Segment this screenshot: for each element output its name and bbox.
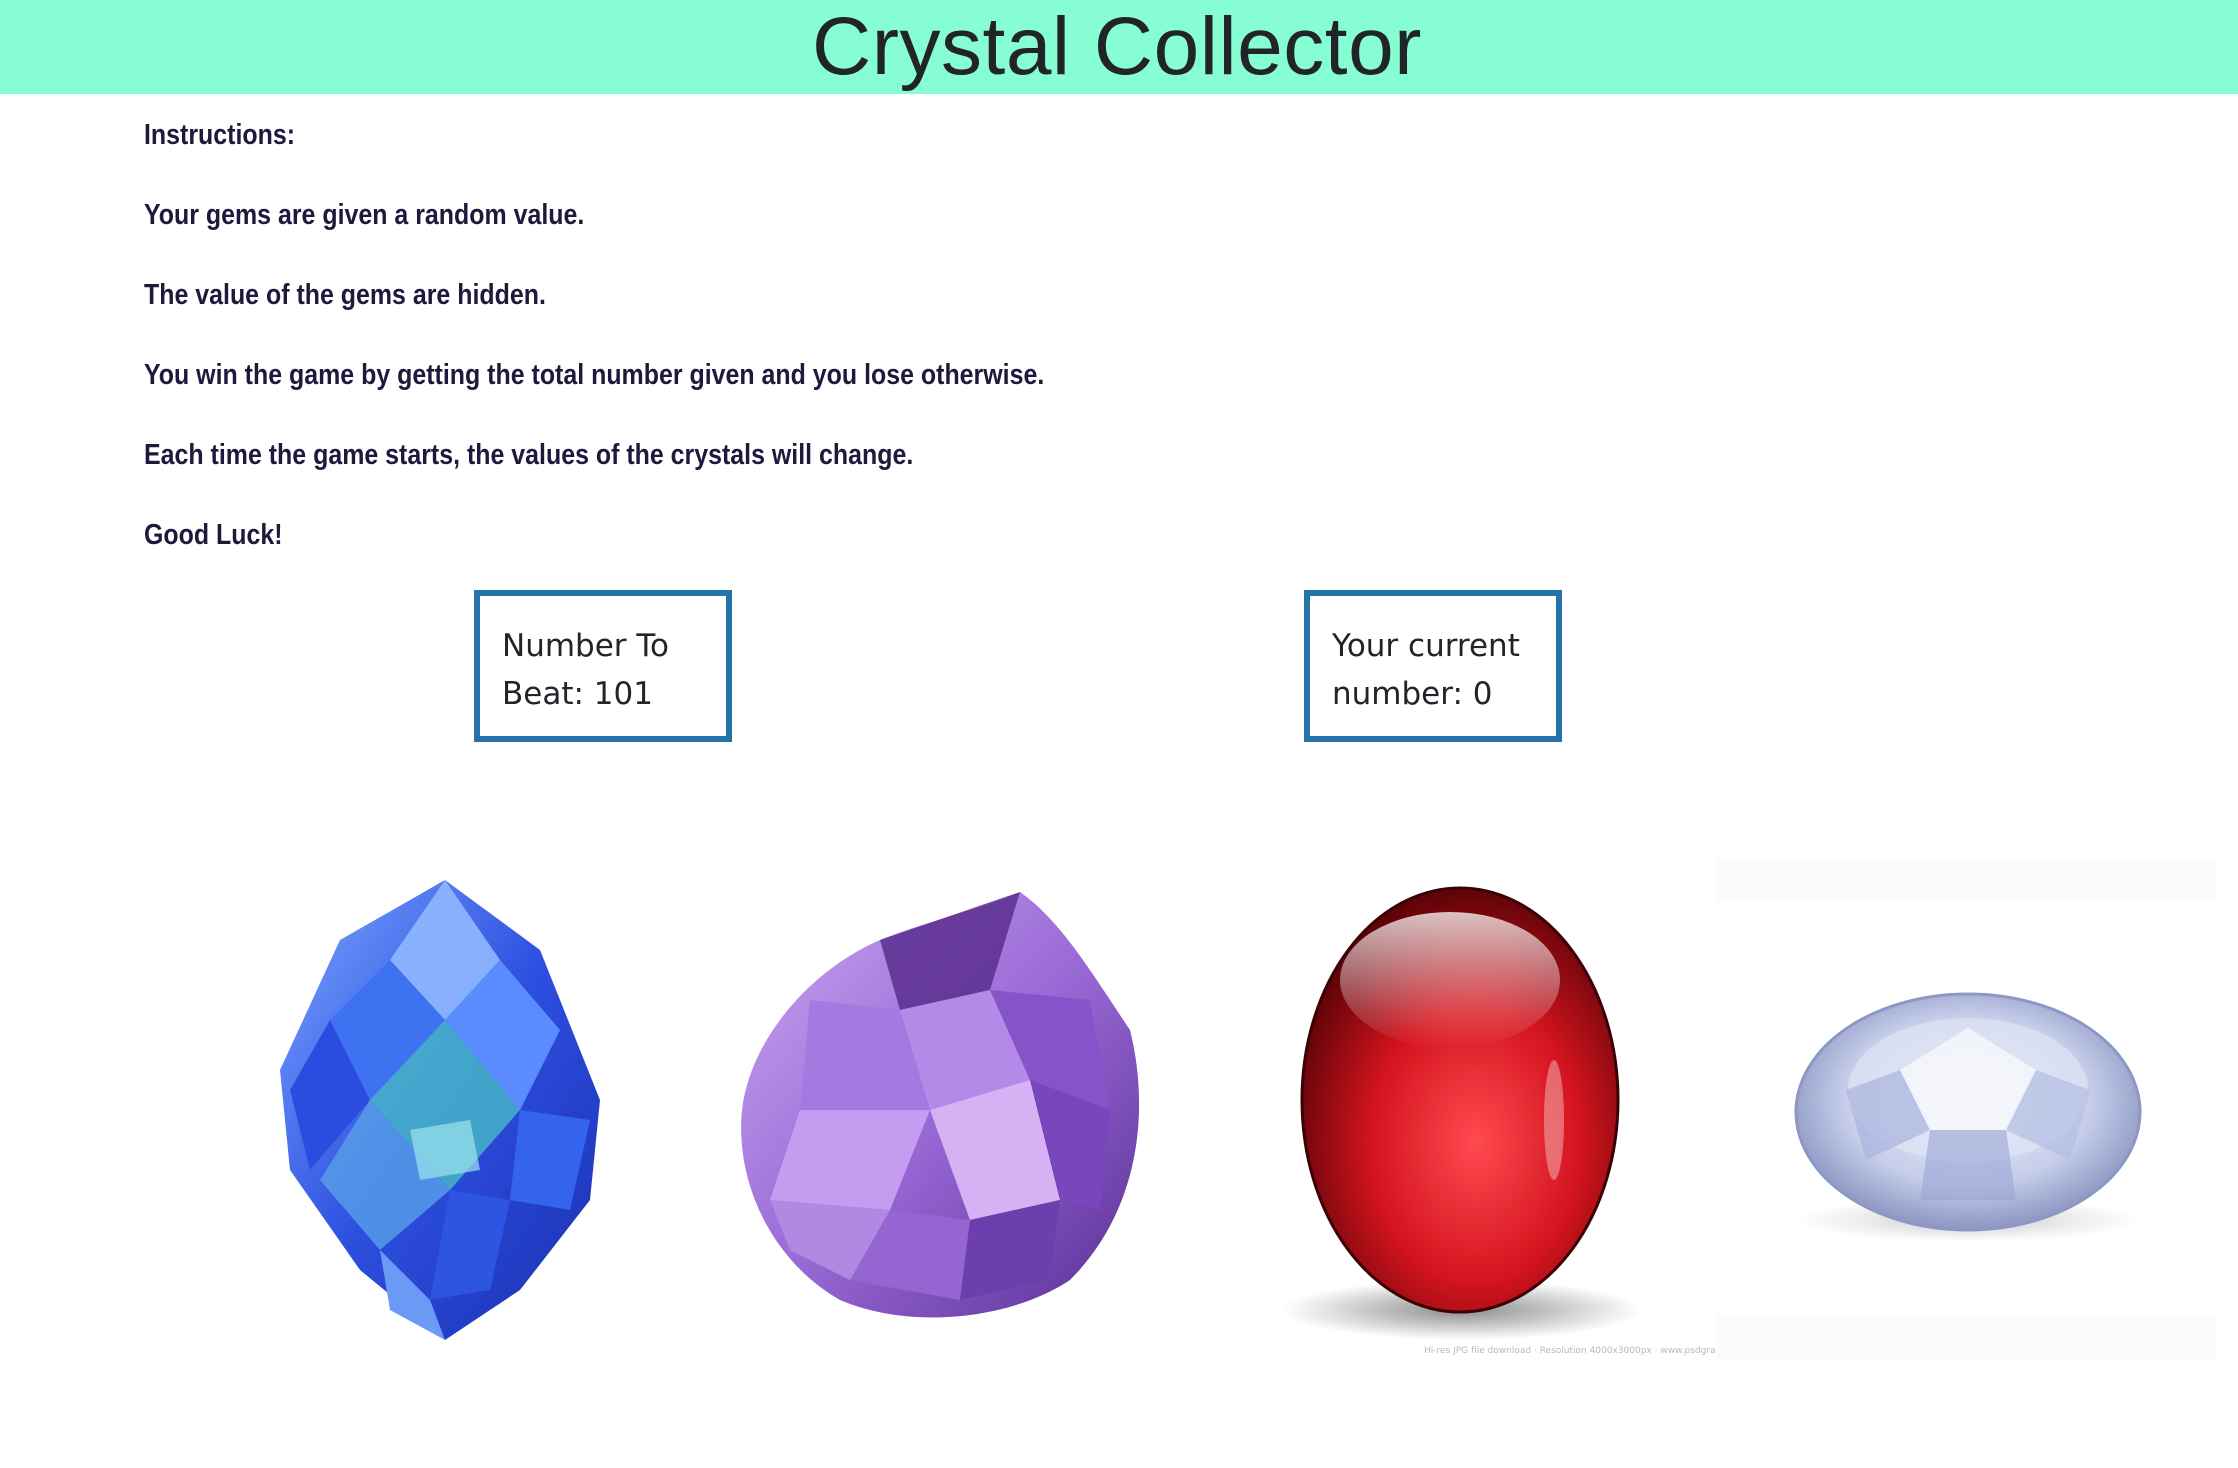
purple-crystal-button[interactable]: [730, 880, 1150, 1330]
title-banner: Crystal Collector: [0, 0, 2238, 94]
page-title: Crystal Collector: [812, 1, 1422, 92]
current-number-box: Your current number: 0: [1304, 590, 1562, 742]
instruction-line: The value of the gems are hidden.: [144, 279, 546, 311]
instruction-line: You win the game by getting the total nu…: [144, 359, 1045, 391]
current-number-text: Your current number: 0: [1332, 622, 1552, 718]
crystal-collector-page: Crystal Collector Instructions: Your gem…: [0, 0, 2238, 1468]
current-number-label: Your current: [1332, 628, 1520, 664]
target-number-label: Number To: [502, 628, 670, 664]
blue-crystal-button[interactable]: [270, 870, 610, 1350]
purple-crystal-icon: [741, 892, 1140, 1318]
instructions-panel: Instructions: Your gems are given a rand…: [144, 106, 1544, 586]
instruction-line: Your gems are given a random value.: [144, 199, 585, 231]
instruction-line: Each time the game starts, the values of…: [144, 439, 914, 471]
red-crystal-icon: [1282, 886, 1642, 1340]
red-crystal-button[interactable]: [1254, 860, 1702, 1366]
target-number-text: Number To Beat: 101: [502, 622, 722, 718]
image-watermark: Hi-res JPG file download · Resolution 40…: [1424, 1346, 1762, 1356]
current-number-value: number: 0: [1332, 676, 1493, 712]
instructions-heading: Instructions:: [144, 119, 296, 151]
blue-crystal-icon: [280, 880, 600, 1340]
good-luck-text: Good Luck!: [144, 519, 283, 551]
pale-blue-crystal-icon: [1716, 900, 2216, 1314]
pale-blue-crystal-button[interactable]: [1716, 860, 2216, 1360]
target-number-value: Beat: 101: [502, 676, 653, 712]
target-number-box: Number To Beat: 101: [474, 590, 732, 742]
